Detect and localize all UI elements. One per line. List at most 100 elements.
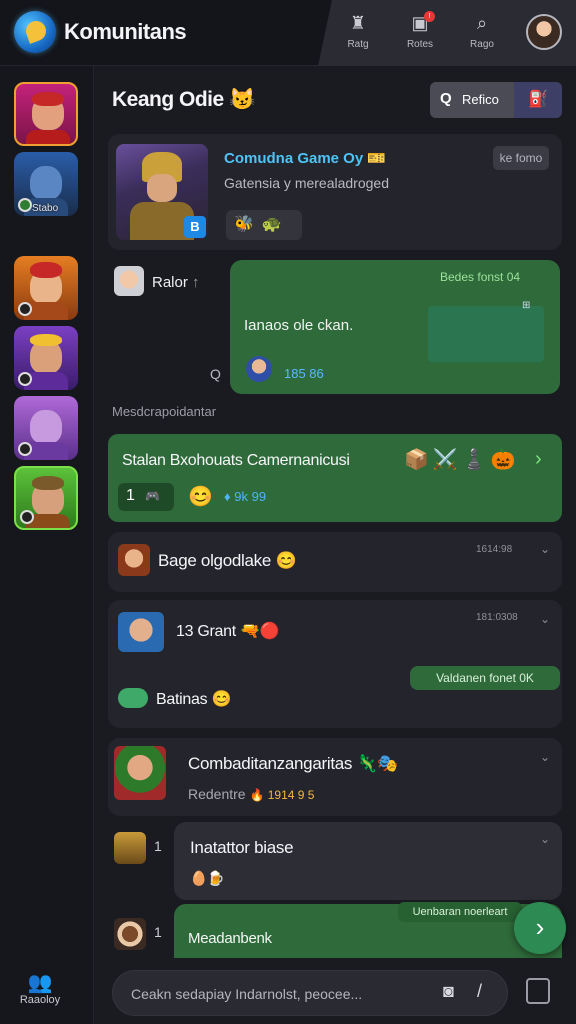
top-nav-rotes[interactable]: ▣! Rotes [395, 11, 445, 50]
avatar-body [26, 130, 70, 144]
chevron-down-icon[interactable]: ⌄ [540, 542, 550, 556]
gamepad-icon: 🎮 [145, 489, 161, 503]
featured-title[interactable]: Comudna Game Oy 🎫 [224, 149, 386, 167]
list-item-title: Bage olgodlake 😊 [158, 551, 297, 571]
top-nav-label: Rotes [406, 39, 434, 50]
chess-rook-icon: ♜ [349, 13, 367, 33]
list-item-avatar[interactable] [118, 544, 150, 576]
bubble-media[interactable] [428, 306, 544, 362]
app-title: Komunitans [64, 19, 187, 44]
status-strip: Uenbaran noerleart [398, 902, 522, 922]
author-name: Ralor ↑ [152, 274, 200, 291]
highlight-count[interactable]: 1 🎮 [118, 483, 174, 511]
chevron-right-icon[interactable]: › [535, 448, 542, 471]
pin-icon: ↑ [192, 274, 200, 291]
list-item[interactable] [108, 738, 562, 816]
list-item-avatar[interactable] [118, 612, 164, 652]
avatar-hat [32, 476, 64, 490]
rail-bottom-label: Raaoloy [19, 994, 61, 1006]
featured-reactions[interactable]: 🐝🐢 [226, 210, 302, 240]
list-item-count: 1 [154, 838, 162, 854]
list-item-title: 13 Grant 🔫🔴 [176, 621, 280, 641]
bubble-avatar[interactable] [246, 356, 272, 382]
highlight-title: Stalan Bxohouats Camernanicusi [122, 452, 350, 469]
chevron-down-icon[interactable]: ⌄ [540, 750, 550, 764]
avatar-crown [30, 334, 62, 346]
reaction-icons: 🥚🍺 [190, 870, 225, 886]
featured-badge[interactable]: ke fomo [493, 146, 549, 170]
thumbnail-face [147, 174, 177, 202]
cat-emoji-icon: 😼 [229, 88, 255, 111]
list-item-title: Combaditanzangaritas 🦎🎭 [188, 754, 399, 774]
list-item-title: Meadanbenk [188, 930, 272, 947]
top-nav-rago[interactable]: ⌕ Rago [457, 12, 507, 50]
message-bubble[interactable] [174, 822, 562, 900]
profile-avatar[interactable] [526, 14, 562, 50]
game-tag-icon: B [184, 216, 206, 238]
page-title: Keang Odie 😼 [112, 88, 255, 112]
notification-icon: ▣! [395, 11, 445, 34]
chevron-down-icon[interactable]: ⌄ [540, 612, 550, 626]
app-logo[interactable] [14, 11, 56, 53]
featured-subtitle: Gatensia y merealadroged [224, 175, 389, 191]
attach-icon[interactable]: / [477, 981, 482, 1002]
featured-title-text: Comudna Game Oy [224, 150, 364, 167]
header-button-label: Refico [462, 92, 499, 107]
highlight-meta: ♦ 9k 99 [224, 489, 267, 504]
rail-label: Stabo [32, 203, 59, 214]
rail-avatar-red-helmet[interactable] [14, 256, 78, 320]
top-nav-label: Ratg [347, 39, 369, 50]
list-item-meta: 🔥 1914 9 5 [249, 788, 315, 802]
rail-avatar-purple-elf[interactable] [14, 326, 78, 390]
reaction-icons: 🦎🎭 [356, 754, 399, 773]
rail-avatar-red-warrior[interactable] [14, 82, 78, 146]
chevron-down-icon[interactable]: ⌄ [540, 832, 550, 846]
left-rail: Stabo 👥 Raaoloy [0, 66, 94, 1024]
page-title-text: Keang Odie [112, 88, 224, 111]
people-icon: 👥 [27, 972, 53, 994]
send-fab-button[interactable]: › [514, 902, 566, 954]
status-icon [18, 198, 32, 212]
search-icon: ⌕ [476, 13, 488, 33]
highlight-count-value: 1 [126, 487, 135, 504]
smile-emoji-icon: 😊 [211, 691, 232, 708]
ticket-icon: 🎫 [367, 150, 387, 167]
top-bar: Komunitans ♜ Ratg ▣! Rotes ⌕ Rago [0, 0, 576, 66]
list-item-title-text: 13 Grant [176, 623, 236, 640]
tablet-icon[interactable] [526, 978, 550, 1004]
rail-avatar-blue-knight[interactable]: Stabo [14, 152, 78, 216]
author-avatar[interactable] [114, 266, 144, 296]
search-icon[interactable]: Q [210, 366, 221, 382]
sticker-icon[interactable]: ◙ [443, 981, 454, 1002]
rail-bottom-button[interactable]: 👥 Raaoloy [10, 970, 70, 1006]
rail-avatar-violet-mage[interactable] [14, 396, 78, 460]
status-icon [18, 442, 32, 456]
rail-avatar-green-ranger[interactable] [14, 466, 78, 530]
featured-thumbnail[interactable]: B [116, 144, 208, 240]
chevron-right-icon: › [535, 912, 545, 942]
smile-emoji-icon: 😊 [275, 551, 297, 570]
list-item-title-text: Batinas [156, 691, 208, 708]
expand-icon[interactable]: ⊞ [522, 300, 530, 311]
top-nav-ratg[interactable]: ♜ Ratg [333, 12, 383, 50]
list-item-time: 1614:98 [476, 544, 513, 555]
bubble-meta: 185 86 [284, 366, 324, 381]
section-label: Mesdcrapoidantar [112, 404, 217, 419]
highlight-icons: 📦⚔️♟️🎃 [404, 449, 520, 471]
avatar-face [30, 166, 62, 200]
list-item-avatar[interactable] [114, 832, 146, 864]
smile-emoji-icon: 😊 [188, 486, 213, 508]
gamepad-icon: ⛽ [528, 91, 548, 108]
avatar-face [30, 410, 62, 444]
toggle-icon[interactable] [118, 688, 148, 708]
app-root: Komunitans ♜ Ratg ▣! Rotes ⌕ Rago Stabo [0, 0, 576, 1024]
status-strip: Valdanen fonet 0K [410, 666, 560, 690]
list-item-avatar[interactable] [114, 918, 146, 950]
list-item-avatar[interactable] [114, 746, 166, 800]
list-item-time: 181:0308 [476, 612, 518, 623]
top-nav-label: Rago [470, 39, 494, 50]
status-icon [20, 510, 34, 524]
header-action-button[interactable]: Q Refico ⛽ [430, 82, 562, 118]
message-input[interactable] [131, 982, 421, 1006]
list-item-count: 1 [154, 924, 162, 940]
